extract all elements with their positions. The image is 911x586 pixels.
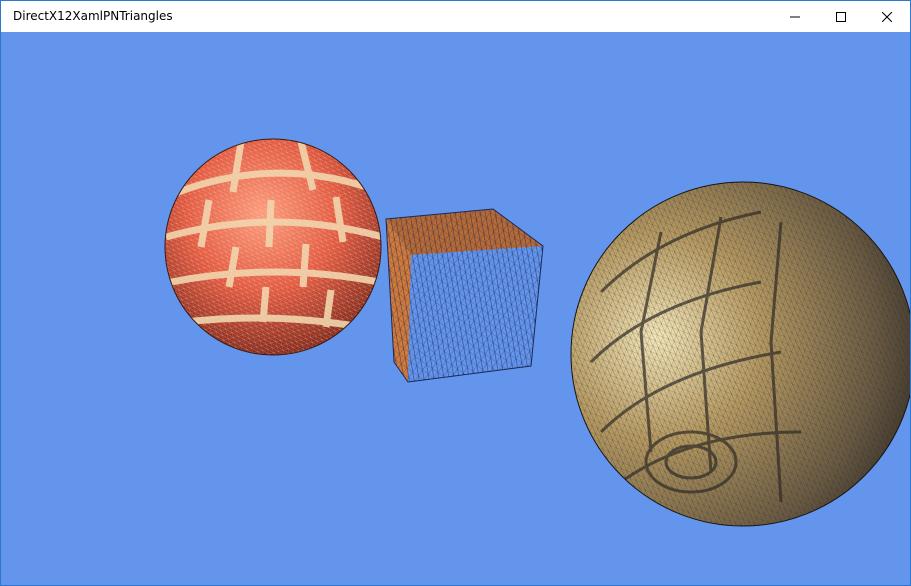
app-window: DirectX12XamlPNTriangles [0,0,911,586]
title-bar[interactable]: DirectX12XamlPNTriangles [1,1,910,32]
close-icon [882,11,892,22]
stone-sphere [570,181,910,527]
wireframe-cube [385,208,544,383]
brick-sphere [164,138,382,356]
minimize-button[interactable] [772,1,818,32]
render-viewport[interactable] [1,32,910,585]
minimize-icon [790,16,800,17]
window-controls [772,1,910,32]
scene-canvas [164,138,910,527]
window-title: DirectX12XamlPNTriangles [13,9,173,23]
maximize-icon [836,11,846,22]
maximize-button[interactable] [818,1,864,32]
close-button[interactable] [864,1,910,32]
